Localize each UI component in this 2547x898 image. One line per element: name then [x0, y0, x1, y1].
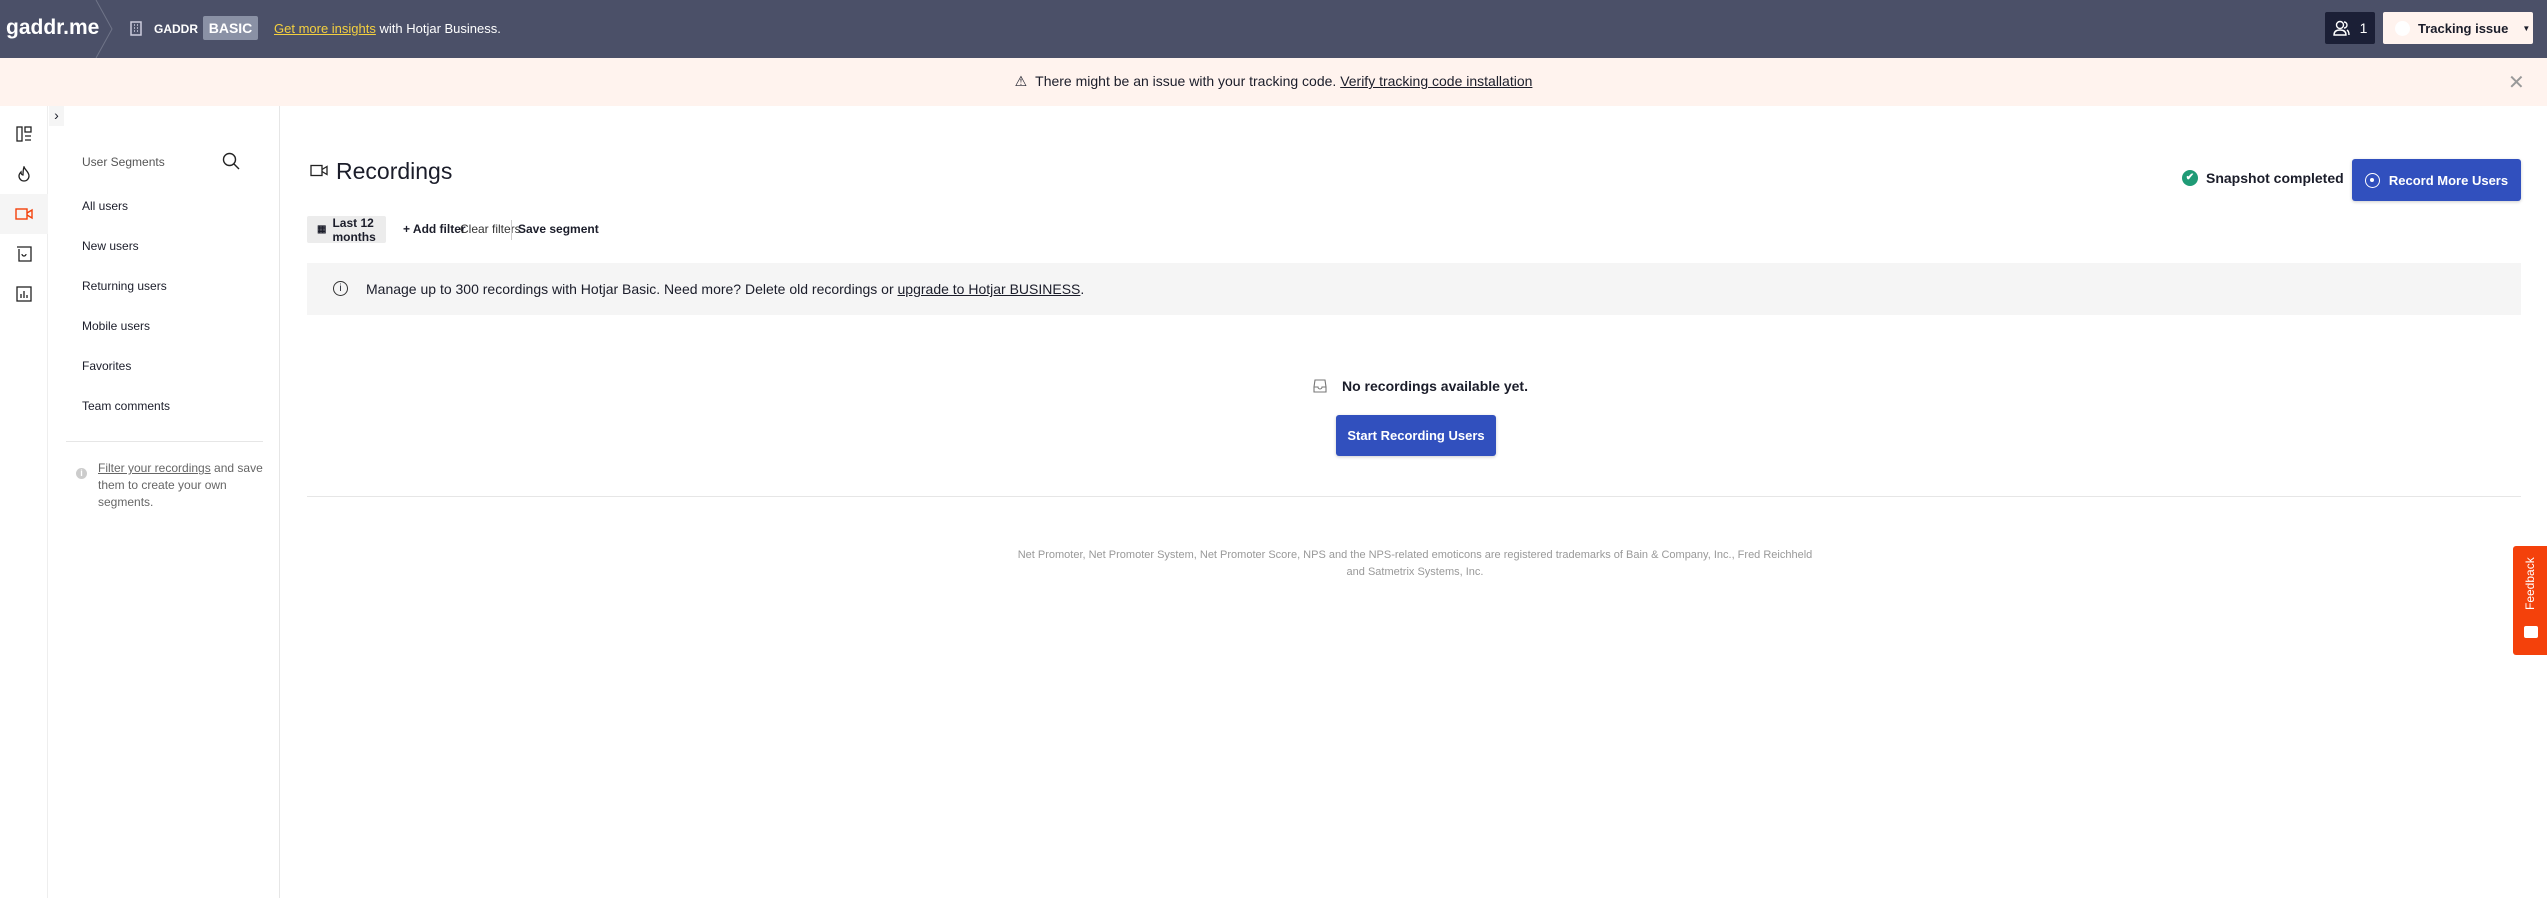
record-more-users-button[interactable]: Record More Users: [2352, 159, 2521, 201]
segment-favorites[interactable]: Favorites: [82, 359, 131, 373]
building-icon: [130, 21, 142, 36]
check-circle-icon: ✔: [2182, 170, 2198, 186]
upgrade-promo: Get more insights with Hotjar Business.: [274, 21, 501, 36]
banner-text: There might be an issue with your tracki…: [1035, 73, 1341, 89]
get-more-insights-link[interactable]: Get more insights: [274, 21, 376, 36]
tracking-issue-dropdown[interactable]: Tracking issue ▼: [2383, 12, 2533, 44]
users-icon: [2332, 20, 2350, 36]
segment-returning-users[interactable]: Returning users: [82, 279, 167, 293]
organization-name[interactable]: GADDR: [154, 22, 198, 36]
recordings-icon: [15, 208, 33, 220]
plan-info-text: Manage up to 300 recordings with Hotjar …: [366, 281, 898, 297]
info-icon: i: [76, 468, 87, 479]
close-icon[interactable]: ✕: [2508, 70, 2525, 95]
date-range-label: Last 12 months: [332, 215, 376, 244]
nav-feedback[interactable]: [0, 234, 48, 274]
snapshot-status: ✔ Snapshot completed: [2182, 170, 2344, 186]
record-more-label: Record More Users: [2388, 172, 2509, 188]
tracking-label: Tracking issue: [2418, 20, 2509, 36]
feedback-face-icon: [2524, 626, 2538, 638]
start-recording-users-button[interactable]: Start Recording Users: [1336, 415, 1496, 456]
feedback-label: Feedback: [2523, 557, 2537, 610]
surveys-icon: [16, 286, 32, 302]
warning-triangle-icon: ⚠: [1014, 73, 1028, 89]
promo-text: with Hotjar Business.: [375, 21, 501, 36]
segments-title: User Segments: [82, 155, 165, 169]
page-title: Recordings: [336, 158, 453, 184]
chevron-right-icon[interactable]: ›: [49, 106, 64, 126]
breadcrumb-separator: [95, 0, 113, 58]
info-icon: i: [333, 281, 348, 296]
save-segment-button[interactable]: Save segment: [518, 222, 599, 236]
search-icon[interactable]: [222, 152, 240, 170]
empty-state-message: No recordings available yet.: [1342, 378, 1528, 394]
plan-badge: BASIC: [203, 16, 258, 40]
feedback-icon: [17, 246, 32, 262]
segment-all-users[interactable]: All users: [82, 199, 128, 213]
nav-heatmaps[interactable]: [0, 154, 48, 194]
banner-message: ⚠ There might be an issue with your track…: [0, 73, 2547, 90]
heatmaps-icon: [18, 166, 30, 182]
divider: [307, 496, 2521, 497]
verify-tracking-link[interactable]: Verify tracking code installation: [1340, 73, 1532, 89]
dashboard-icon: [16, 126, 32, 142]
caret-down-icon: ▼: [2522, 23, 2531, 33]
divider: [66, 441, 263, 442]
date-range-filter[interactable]: ▦ Last 12 months: [307, 215, 386, 244]
site-name[interactable]: gaddr.me: [6, 16, 99, 40]
trademark-footer: Net Promoter, Net Promoter System, Net P…: [1017, 549, 1813, 578]
segment-mobile-users[interactable]: Mobile users: [82, 319, 150, 333]
segments-info: Filter your recordings and save them to …: [98, 460, 268, 511]
plan-info-end: .: [1080, 281, 1085, 297]
warning-icon: [2395, 20, 2410, 36]
feedback-tab[interactable]: Feedback: [2513, 546, 2547, 655]
inbox-icon: [1313, 379, 1327, 393]
record-icon: [2364, 172, 2380, 188]
calendar-icon: ▦: [317, 224, 327, 235]
nav-rail: [0, 106, 48, 898]
segment-new-users[interactable]: New users: [82, 239, 139, 253]
divider: [511, 220, 512, 240]
nav-recordings[interactable]: [0, 194, 48, 234]
filter-recordings-link[interactable]: Filter your recordings: [98, 461, 211, 475]
recordings-icon: [310, 164, 328, 177]
users-button[interactable]: 1: [2325, 12, 2375, 44]
snapshot-text: Snapshot completed: [2206, 170, 2344, 186]
add-filter-button[interactable]: + Add filter: [403, 222, 466, 236]
segment-team-comments[interactable]: Team comments: [82, 399, 170, 413]
nav-surveys[interactable]: [0, 274, 48, 314]
nav-dashboard[interactable]: [0, 114, 48, 154]
plan-info-message: Manage up to 300 recordings with Hotjar …: [366, 281, 1084, 297]
users-count: 1: [2359, 20, 2368, 36]
upgrade-link[interactable]: upgrade to Hotjar BUSINESS: [898, 281, 1081, 297]
